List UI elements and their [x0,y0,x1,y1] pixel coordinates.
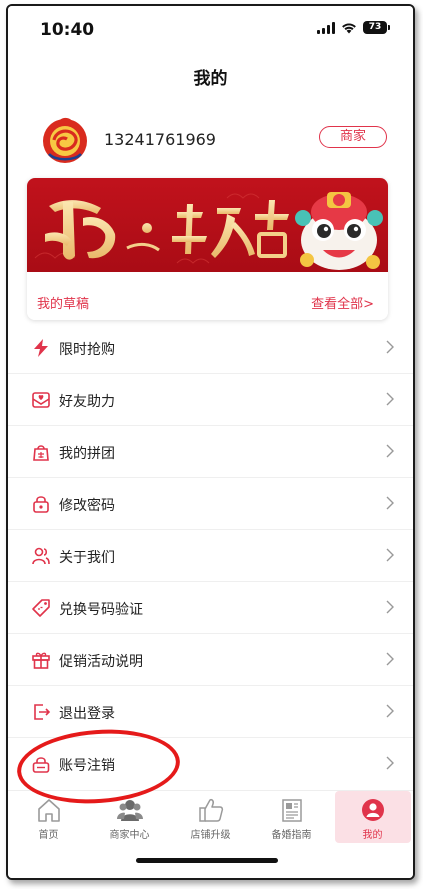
merchant-button[interactable]: 商家 [319,126,387,148]
tab-label: 首页 [38,830,59,841]
user-phone: 13241761969 [104,130,216,149]
group-bag-icon [33,445,49,461]
menu-item-label: 账号注销 [59,758,115,774]
tab-wedding-guide[interactable]: 备婚指南 [254,791,330,843]
guide-icon [281,799,302,822]
status-time: 10:40 [40,20,95,40]
menu-item-about-us[interactable]: 关于我们 [8,530,413,582]
menu-item-flash-sale[interactable]: 限时抢购 [8,322,413,374]
menu-item-group-buy[interactable]: 我的拼团 [8,426,413,478]
chevron-right-icon [386,548,394,562]
gift-icon [32,652,50,669]
menu-item-label: 兑换号码验证 [59,602,143,618]
home-indicator[interactable] [136,858,278,863]
tab-label: 我的 [362,830,383,841]
tab-label: 店铺升级 [190,830,231,841]
chevron-right-icon [386,600,394,614]
profile-icon [361,799,384,821]
view-all-link[interactable]: 查看全部> [311,293,374,312]
tab-home[interactable]: 首页 [11,791,87,843]
tab-label: 备婚指南 [271,830,312,841]
menu-item-logout[interactable]: 退出登录 [8,686,413,738]
logout-icon [34,704,51,720]
heart-envelope-icon [32,392,50,408]
chevron-right-icon [386,444,394,458]
merchant-icon [116,800,143,821]
menu-item-label: 修改密码 [59,498,115,514]
chevron-right-icon [386,496,394,510]
home-icon [37,799,60,822]
account-lock-icon [32,757,50,773]
menu-list: 限时抢购 好友助力 我的拼团 修改密码 关于我们 兑换号码验证 促销活动说明 退… [8,322,413,790]
wifi-icon [342,22,356,33]
snake-year-artwork [34,192,383,270]
menu-item-change-password[interactable]: 修改密码 [8,478,413,530]
new-year-banner[interactable] [27,178,388,272]
menu-item-label: 关于我们 [59,550,115,566]
chevron-right-icon [386,340,394,354]
drafts-card: 我的草稿 查看全部> [27,178,388,320]
chevron-right-icon [386,756,394,770]
menu-item-label: 促销活动说明 [59,654,143,670]
page-title: 我的 [193,69,228,89]
menu-item-label: 限时抢购 [59,342,115,358]
bottom-tab-bar: 首页 商家中心 店铺升级 备婚指南 我的 [8,790,413,846]
tab-label: 商家中心 [109,830,150,841]
my-drafts-label[interactable]: 我的草稿 [37,293,89,312]
lightning-icon [34,339,48,357]
chevron-right-icon [386,704,394,718]
status-bar: 10:40 73 [8,6,413,50]
status-indicators: 73 [317,21,390,34]
screen: 10:40 73 我的 13241761969 商家 我的草稿 查看全部> 限时… [8,6,413,878]
menu-item-delete-account[interactable]: 账号注销 [8,738,413,790]
menu-item-promotion-info[interactable]: 促销活动说明 [8,634,413,686]
menu-item-friend-help[interactable]: 好友助力 [8,374,413,426]
tag-icon [32,599,50,617]
chevron-right-icon [386,652,394,666]
signal-icon [317,21,335,34]
thumbs-up-icon [198,799,223,822]
tab-mine[interactable]: 我的 [334,791,411,843]
menu-item-label: 退出登录 [59,706,115,722]
phone-frame: 10:40 73 我的 13241761969 商家 我的草稿 查看全部> 限时… [6,4,415,880]
menu-item-redeem-verify[interactable]: 兑换号码验证 [8,582,413,634]
tab-shop-upgrade[interactable]: 店铺升级 [173,791,249,843]
avatar[interactable] [40,114,90,164]
battery-icon: 73 [363,21,390,34]
chevron-right-icon [386,392,394,406]
menu-item-label: 好友助力 [59,394,115,410]
people-icon [32,547,50,565]
lock-icon [33,496,49,513]
menu-item-label: 我的拼团 [59,446,115,462]
tab-merchant-center[interactable]: 商家中心 [92,791,168,843]
